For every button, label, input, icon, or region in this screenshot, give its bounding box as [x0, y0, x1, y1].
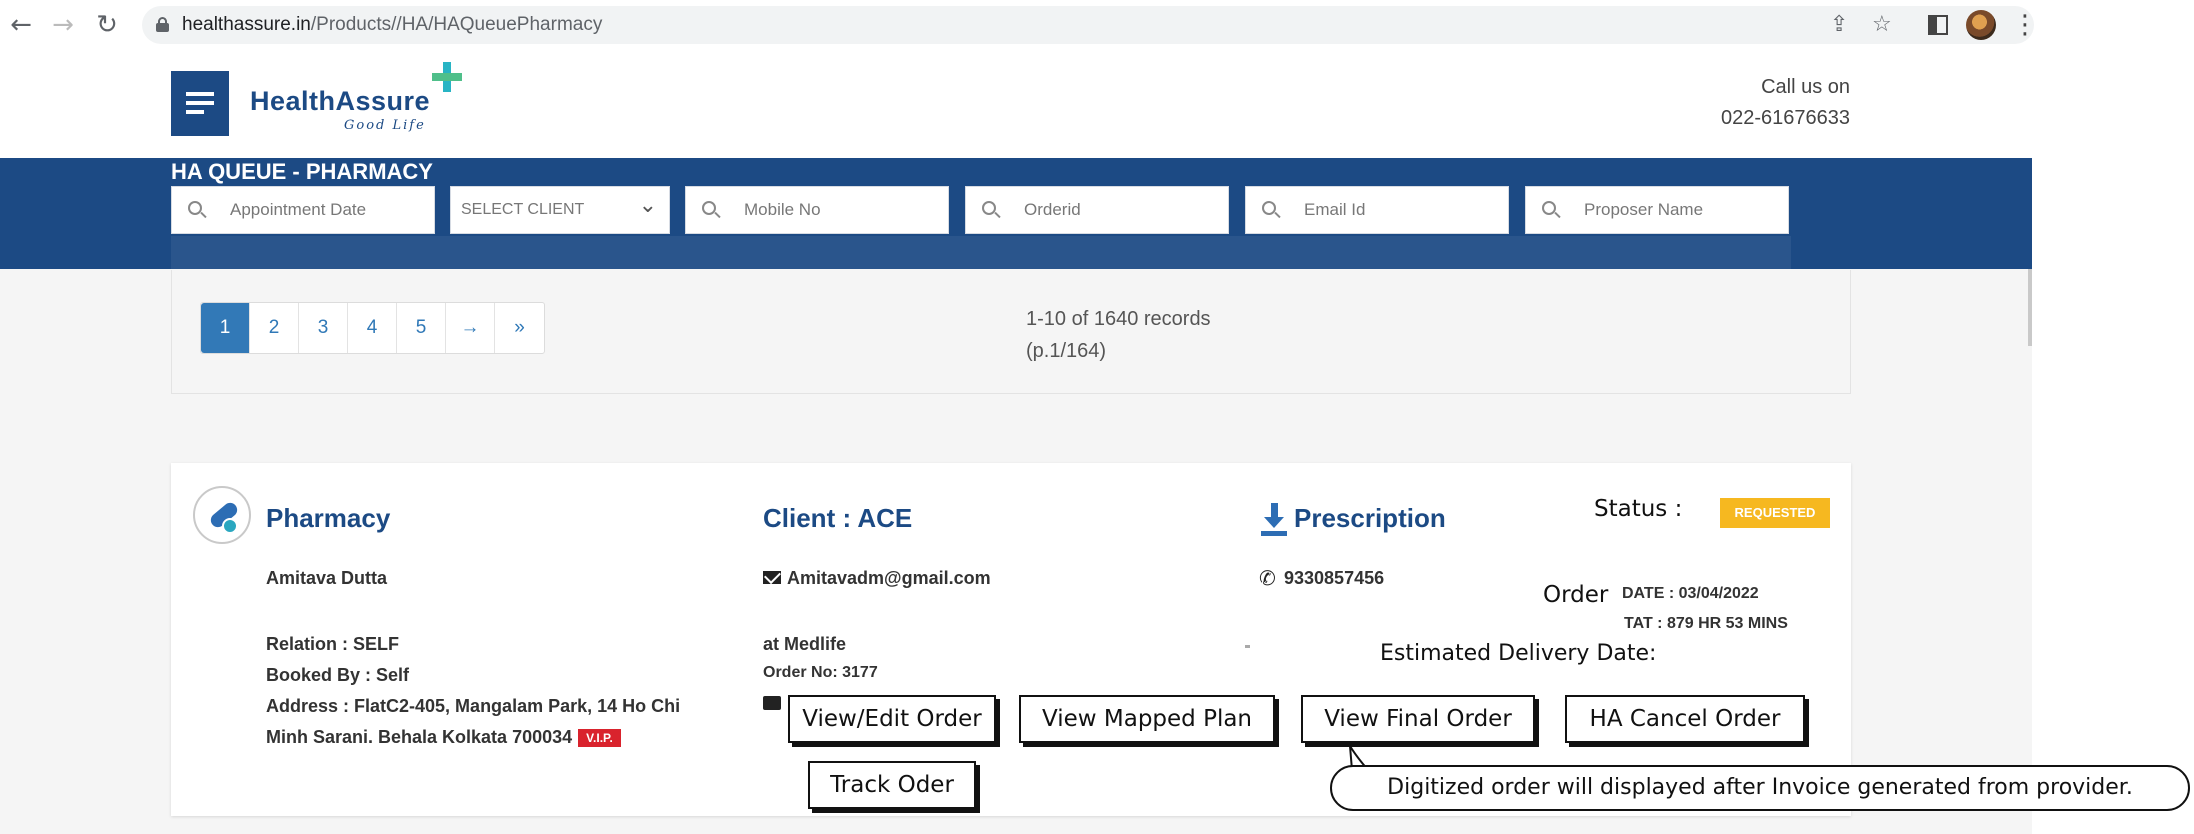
download-icon[interactable] [1259, 503, 1289, 537]
back-icon[interactable]: ← [6, 8, 36, 42]
filter-strip [171, 236, 1791, 269]
profile-avatar[interactable] [1966, 10, 1996, 40]
provider-text: at Medlife [763, 634, 847, 654]
separator-dot [1245, 645, 1250, 648]
estimated-delivery-label: Estimated Delivery Date: [1380, 641, 1657, 666]
page-2-button[interactable]: 2 [250, 303, 299, 353]
records-range: 1-10 of 1640 records [1026, 308, 1211, 330]
order-label: Order [1543, 582, 1609, 608]
address-line-1: Address : FlatC2-405, Mangalam Park, 14 … [266, 696, 681, 716]
status-badge: REQUESTED [1720, 498, 1830, 528]
orderid-placeholder: Orderid [1024, 200, 1081, 219]
address-bar[interactable]: healthassure.in/Products//HA/HAQueuePhar… [142, 6, 2034, 44]
order-date: DATE : 03/04/2022 [1622, 585, 1759, 602]
logo-tagline: Good Life [344, 118, 426, 133]
search-icon [982, 201, 1001, 219]
email-id-input[interactable]: Email Id [1245, 186, 1509, 234]
page-5-button[interactable]: 5 [397, 303, 446, 353]
call-us-number[interactable]: 022-61676633 [1690, 107, 1850, 130]
callout-note: Digitized order will displayed after Inv… [1330, 765, 2190, 811]
page-3-button[interactable]: 3 [299, 303, 348, 353]
order-tat: TAT : 879 HR 53 MINS [1624, 615, 1788, 632]
browser-toolbar: ← → ↻ healthassure.in/Products//HA/HAQue… [0, 0, 2038, 50]
forward-icon[interactable]: → [48, 8, 78, 42]
lock-icon[interactable] [156, 17, 169, 32]
pill-icon [193, 486, 251, 544]
appointment-date-placeholder: Appointment Date [230, 200, 367, 219]
page-4-button[interactable]: 4 [348, 303, 397, 353]
order-type-title: Pharmacy [266, 503, 391, 533]
phone-number: 9330857456 [1284, 568, 1385, 588]
chevron-down-icon: ⌄ [638, 193, 657, 218]
proposer-name-placeholder: Proposer Name [1584, 200, 1704, 219]
proposer-name-input[interactable]: Proposer Name [1525, 186, 1789, 234]
mobile-no-placeholder: Mobile No [744, 200, 821, 219]
logo-cross-icon [432, 62, 462, 92]
appointment-date-input[interactable]: Appointment Date [171, 186, 435, 234]
orderid-input[interactable]: Orderid [965, 186, 1229, 234]
order-number: Order No: 3177 [763, 664, 878, 681]
call-us-label: Call us on [1761, 76, 1850, 98]
url-text[interactable]: healthassure.in/Products//HA/HAQueuePhar… [182, 6, 602, 44]
view-final-order-button[interactable]: View Final Order [1301, 695, 1535, 743]
page-1-button[interactable]: 1 [201, 303, 250, 353]
phone-icon: ✆ [1259, 566, 1276, 590]
prescription-link[interactable]: Prescription [1294, 503, 1446, 534]
email-id-placeholder: Email Id [1304, 200, 1366, 219]
records-page: (p.1/164) [1026, 340, 1107, 362]
next-page-button[interactable]: → [446, 303, 495, 353]
mobile-no-input[interactable]: Mobile No [685, 186, 949, 234]
side-panel-icon[interactable] [1928, 15, 1948, 35]
track-order-button[interactable]: Track Oder [808, 761, 976, 809]
client-title: Client : ACE [763, 503, 913, 533]
search-icon [702, 201, 721, 219]
view-edit-order-button[interactable]: View/Edit Order [788, 695, 996, 743]
reload-icon[interactable]: ↻ [92, 8, 122, 42]
view-mapped-plan-button[interactable]: View Mapped Plan [1019, 695, 1275, 743]
hamburger-menu-icon[interactable] [171, 71, 229, 136]
address-line-2-text: Minh Sarani. Behala Kolkata 700034 [266, 727, 573, 747]
status-label: Status : [1594, 496, 1683, 522]
vip-badge: V.I.P. [578, 729, 621, 748]
select-client-value: SELECT CLIENT [461, 201, 585, 218]
pagination: 1 2 3 4 5 → » [200, 302, 545, 354]
last-page-button[interactable]: » [495, 303, 544, 353]
logo-name[interactable]: HealthAssure [250, 86, 430, 117]
bookmark-star-icon[interactable]: ☆ [1872, 6, 1892, 44]
page-title: HA QUEUE - PHARMACY [171, 159, 433, 184]
patient-name: Amitava Dutta [266, 568, 388, 588]
search-icon [1542, 201, 1561, 219]
address-line-2: Minh Sarani. Behala Kolkata 700034 V.I.P. [266, 727, 621, 748]
records-count: 1-10 of 1640 records (p.1/164) [1026, 303, 1211, 367]
share-icon[interactable]: ⇪ [1830, 6, 1848, 44]
search-icon [188, 201, 207, 219]
ha-cancel-order-button[interactable]: HA Cancel Order [1565, 695, 1805, 743]
email-text[interactable]: Amitavadm@gmail.com [787, 568, 991, 589]
browser-menu-icon[interactable]: ⋮ [2012, 8, 2038, 42]
select-client-dropdown[interactable]: SELECT CLIENT ⌄ [450, 186, 670, 234]
relation-text: Relation : SELF [266, 634, 400, 654]
booked-by-text: Booked By : Self [266, 665, 410, 685]
mail-icon [763, 571, 781, 584]
search-icon [1262, 201, 1281, 219]
wallet-icon [763, 696, 781, 710]
